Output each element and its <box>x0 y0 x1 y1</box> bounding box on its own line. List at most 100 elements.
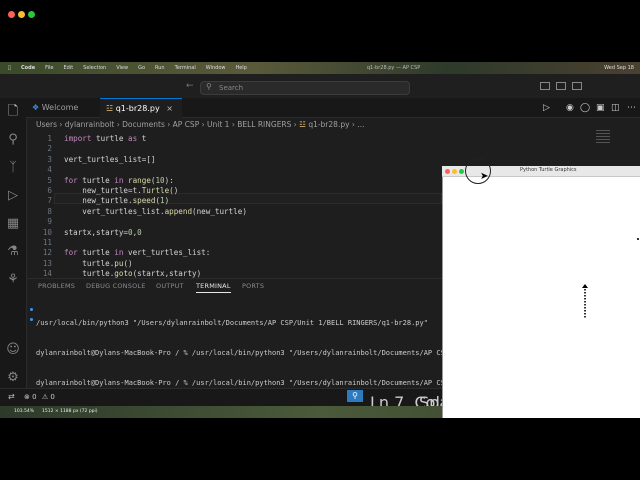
breadcrumb-item[interactable]: dylanrainbolt <box>65 120 115 129</box>
code-line[interactable]: startx,starty=0,0 <box>64 228 142 237</box>
tab-terminal[interactable]: TERMINAL <box>196 282 231 293</box>
search-input[interactable]: Search <box>200 81 410 95</box>
python-file-icon: ☳ <box>299 120 306 129</box>
remote-icon[interactable]: ⇄ <box>8 392 15 401</box>
line-number: 5 <box>47 175 52 185</box>
image-info: 1512 × 1188 px (72 ppi) <box>42 409 98 414</box>
menubar-app[interactable]: Code <box>21 65 35 71</box>
code-line[interactable]: new_turtle.speed(1) <box>64 196 169 205</box>
back-arrow-icon[interactable]: ← <box>186 81 194 91</box>
line-number: 7 <box>47 196 52 206</box>
minimap[interactable] <box>596 130 610 144</box>
warning-count: 0 <box>50 393 55 401</box>
split-editor-icon[interactable]: ◫ <box>611 103 620 113</box>
toggle-sidebar-icon[interactable] <box>540 82 550 90</box>
breadcrumb-item[interactable]: Documents <box>122 120 165 129</box>
python-file-icon: ☳ <box>106 104 114 113</box>
close-window-button[interactable] <box>8 11 15 18</box>
turtle-zoom-button[interactable] <box>459 169 464 174</box>
terminal-line: dylanrainbolt@Dylans-MacBook-Pro / % /us… <box>36 379 458 387</box>
warning-icon: ⚠ <box>41 393 49 401</box>
account-icon[interactable]: ☺ <box>5 342 21 358</box>
turtle-dot <box>637 238 639 240</box>
vscode-icon: ❖ <box>32 103 40 112</box>
copilot-icon[interactable]: ◉ <box>566 103 574 113</box>
tab-label: Welcome <box>41 103 79 112</box>
toggle-panel-icon[interactable] <box>556 82 566 90</box>
search-view-icon[interactable]: ⚲ <box>5 132 21 148</box>
zoom-indicator-icon[interactable]: ⚲ <box>347 390 363 402</box>
code-line[interactable]: vert_turtles_list=[] <box>64 155 155 164</box>
command-marker-icon <box>30 318 33 321</box>
command-marker-icon <box>30 308 33 311</box>
more-actions-icon[interactable]: ⋯ <box>627 103 636 113</box>
error-count: 0 <box>32 393 37 401</box>
run-python-icon[interactable]: ▷ <box>543 103 550 113</box>
search-icon: ⚲ <box>206 82 212 91</box>
menubar-item-help[interactable]: Help <box>235 65 246 71</box>
turtle-minimize-button[interactable] <box>452 169 457 174</box>
code-line[interactable]: import turtle as t <box>64 134 146 143</box>
line-number: 9 <box>47 217 52 227</box>
source-control-icon[interactable]: ᛉ <box>5 160 21 176</box>
search-placeholder: Search <box>219 84 244 92</box>
zoom-window-button[interactable] <box>28 11 35 18</box>
code-line[interactable]: turtle.goto(startx,starty) <box>64 269 201 278</box>
tab-output[interactable]: OUTPUT <box>156 282 184 290</box>
line-number: 12 <box>42 248 52 258</box>
code-line[interactable]: turtle.pu() <box>64 259 132 268</box>
mouse-cursor-icon: ➤ <box>480 171 489 182</box>
menubar-item-window[interactable]: Window <box>206 65 226 71</box>
close-tab-icon[interactable]: × <box>166 104 173 113</box>
breadcrumb-item[interactable]: BELL RINGERS <box>237 120 291 129</box>
menubar-item-go[interactable]: Go <box>138 65 145 71</box>
testing-icon[interactable]: ⚗ <box>5 244 21 260</box>
apple-icon[interactable]:  <box>8 65 11 71</box>
tab-problems[interactable]: PROBLEMS <box>38 282 75 290</box>
tab-debug-console[interactable]: DEBUG CONSOLE <box>86 282 146 290</box>
code-line[interactable]: for turtle in range(10): <box>64 176 174 185</box>
problems-status[interactable]: ⊗ 0 ⚠ 0 <box>24 393 55 401</box>
turtle-graphics-window[interactable] <box>442 166 640 418</box>
tab-q1-br28[interactable]: ☳ q1-br28.py × <box>100 98 182 118</box>
minimize-window-button[interactable] <box>18 11 25 18</box>
terminal-line: /usr/local/bin/python3 "/Users/dylanrain… <box>36 319 428 327</box>
turtle-stack <box>582 284 588 318</box>
layout-icon[interactable] <box>572 82 582 90</box>
menubar-clock[interactable]: Wed Sep 18 <box>604 65 640 71</box>
turtle-close-button[interactable] <box>445 169 450 174</box>
tab-label: q1-br28.py <box>115 104 160 113</box>
compare-icon[interactable]: ◯ <box>580 103 590 113</box>
tab-welcome[interactable]: ❖ Welcome <box>26 98 100 118</box>
explorer-icon[interactable]: 🗋 <box>5 104 21 120</box>
open-changes-icon[interactable]: ▣ <box>596 103 605 113</box>
code-editor[interactable]: 1 import turtle as t 2 3 vert_turtles_list=[… <box>26 132 442 278</box>
menubar-item-edit[interactable]: Edit <box>63 65 73 71</box>
extensions-icon[interactable]: ▦ <box>5 216 21 232</box>
breadcrumb-item[interactable]: Users <box>36 120 57 129</box>
line-number: 13 <box>42 258 52 268</box>
menubar-item-view[interactable]: View <box>116 65 128 71</box>
settings-gear-icon[interactable]: ⚙ <box>5 370 21 386</box>
menubar-item-selection[interactable]: Selection <box>83 65 106 71</box>
breadcrumb-item[interactable]: Unit 1 <box>207 120 229 129</box>
line-number: 6 <box>47 186 52 195</box>
terminal-line: dylanrainbolt@Dylans-MacBook-Pro / % /us… <box>36 349 458 357</box>
code-line[interactable]: for turtle in vert_turtles_list: <box>64 248 210 257</box>
python-icon[interactable]: ⚘ <box>5 272 21 288</box>
menubar-item-run[interactable]: Run <box>155 65 165 71</box>
breadcrumb-item[interactable]: AP CSP <box>173 120 200 129</box>
menubar-item-file[interactable]: File <box>45 65 53 71</box>
code-line[interactable]: vert_turtles_list.append(new_turtle) <box>64 207 247 216</box>
line-number: 3 <box>47 154 52 164</box>
line-number: 1 <box>47 134 52 143</box>
tab-ports[interactable]: PORTS <box>242 282 264 290</box>
line-number: 14 <box>42 269 52 279</box>
zoom-percent: 103.54% <box>14 409 35 414</box>
code-line[interactable]: new_turtle=t.Turtle() <box>64 186 178 195</box>
breadcrumb-item[interactable]: ... <box>357 120 364 129</box>
run-debug-icon[interactable]: ▷ <box>5 188 21 204</box>
menubar-item-terminal[interactable]: Terminal <box>175 65 196 71</box>
breadcrumb: Users › dylanrainbolt › Documents › AP C… <box>36 120 365 129</box>
breadcrumb-item[interactable]: q1-br28.py <box>308 120 349 129</box>
